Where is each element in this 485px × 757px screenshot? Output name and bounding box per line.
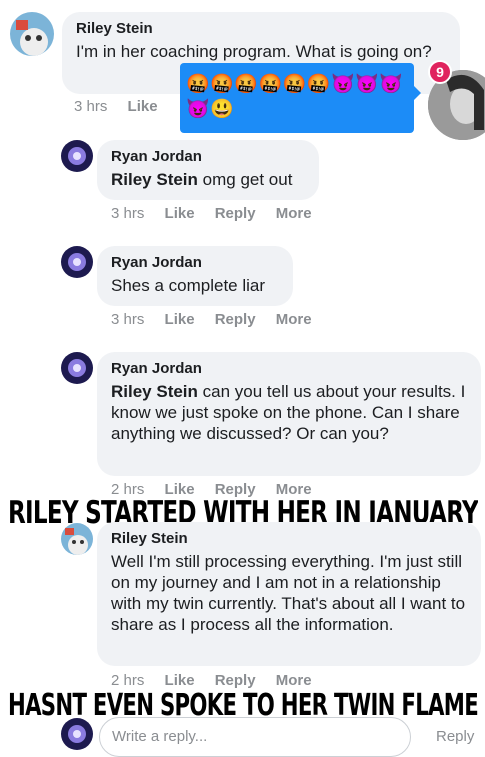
comment-bubble: Ryan Jordan Riley Stein omg get out <box>97 140 319 200</box>
comment-author[interactable]: Riley Stein <box>111 530 467 547</box>
like-button[interactable]: Like <box>165 311 195 328</box>
like-button[interactable]: Like <box>128 98 158 115</box>
comment-author[interactable]: Ryan Jordan <box>111 360 467 377</box>
comment-author[interactable]: Ryan Jordan <box>111 148 305 165</box>
comment-text: Riley Stein can you tell us about your r… <box>111 382 466 443</box>
tooltip-arrow <box>413 85 421 101</box>
reply-submit-button[interactable]: Reply <box>436 728 474 745</box>
comment-actions: 3 hrs Like <box>74 98 174 115</box>
emoji-row-1: 🤬🤬🤬🤬🤬🤬😈😈😈 <box>186 74 404 95</box>
avatar-ryan-jordan[interactable] <box>61 352 93 384</box>
comment-text: Riley Stein omg get out <box>111 170 293 189</box>
like-button[interactable]: Like <box>165 205 195 222</box>
comment-text: Well I'm still processing everything. I'… <box>111 552 466 634</box>
avatar-riley-stein[interactable] <box>61 523 93 555</box>
mention-link[interactable]: Riley Stein <box>111 382 198 401</box>
comment-bubble: Ryan Jordan Shes a complete liar <box>97 246 293 306</box>
comment-text: Shes a complete liar <box>111 276 266 295</box>
avatar-current-user <box>61 718 93 750</box>
comment-time[interactable]: 3 hrs <box>74 98 107 115</box>
comment-time[interactable]: 3 hrs <box>111 205 144 222</box>
avatar-riley-stein[interactable] <box>10 12 54 56</box>
reaction-popup[interactable]: 🤬🤬🤬🤬🤬🤬😈😈😈 😈😃 <box>180 63 421 133</box>
reply-button[interactable]: Reply <box>215 205 256 222</box>
comment-bubble: Riley Stein Well I'm still processing ev… <box>97 522 481 666</box>
comment-author[interactable]: Riley Stein <box>76 20 446 37</box>
comment-actions: 3 hrs Like Reply More <box>111 205 328 222</box>
reply-button[interactable]: Reply <box>215 311 256 328</box>
comment-bubble: Ryan Jordan Riley Stein can you tell us … <box>97 352 481 476</box>
avatar-ryan-jordan[interactable] <box>61 140 93 172</box>
comment-time[interactable]: 3 hrs <box>111 311 144 328</box>
avatar-ryan-jordan[interactable] <box>61 246 93 278</box>
comment-actions: 3 hrs Like Reply More <box>111 311 328 328</box>
emoji-row-2: 😈😃 <box>186 99 235 120</box>
comment-text: I'm in her coaching program. What is goi… <box>76 42 432 61</box>
more-button[interactable]: More <box>276 205 312 222</box>
notification-badge: 9 <box>428 60 452 84</box>
comment-author[interactable]: Ryan Jordan <box>111 254 279 271</box>
mention-link[interactable]: Riley Stein <box>111 170 198 189</box>
reply-input[interactable]: Write a reply... <box>99 717 411 757</box>
more-button[interactable]: More <box>276 311 312 328</box>
